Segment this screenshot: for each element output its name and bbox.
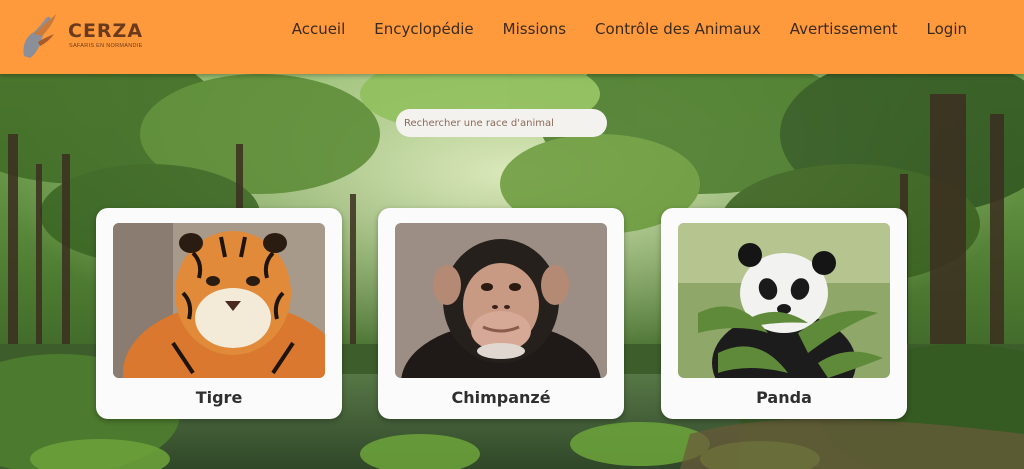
main-nav: Accueil Encyclopédie Missions Contrôle d… bbox=[292, 0, 967, 57]
nav-avertissement[interactable]: Avertissement bbox=[790, 20, 898, 38]
animal-card-panda[interactable]: Panda bbox=[661, 208, 907, 419]
chimpanzee-photo bbox=[395, 223, 607, 378]
logo-name: CERZA bbox=[68, 20, 144, 42]
nav-encyclopedie[interactable]: Encyclopédie bbox=[374, 20, 473, 38]
nav-controle-animaux[interactable]: Contrôle des Animaux bbox=[595, 20, 761, 38]
nav-missions[interactable]: Missions bbox=[503, 20, 566, 38]
nav-accueil[interactable]: Accueil bbox=[292, 20, 346, 38]
card-label: Panda bbox=[756, 388, 812, 407]
cerza-logo[interactable]: CERZA SAFARIS EN NORMANDIE bbox=[20, 12, 160, 60]
tiger-photo bbox=[113, 223, 325, 378]
card-label: Tigre bbox=[195, 388, 243, 407]
logo-tagline: SAFARIS EN NORMANDIE bbox=[69, 43, 143, 49]
card-label: Chimpanzé bbox=[451, 388, 551, 407]
animal-card-chimpanze[interactable]: Chimpanzé bbox=[378, 208, 624, 419]
page: CERZA SAFARIS EN NORMANDIE Accueil Encyc… bbox=[0, 0, 1024, 469]
nav-login[interactable]: Login bbox=[927, 20, 967, 38]
giraffe-logo-icon bbox=[23, 14, 56, 58]
search-input[interactable] bbox=[396, 109, 607, 137]
panda-photo bbox=[678, 223, 890, 378]
animal-card-tigre[interactable]: Tigre bbox=[96, 208, 342, 419]
site-header: CERZA SAFARIS EN NORMANDIE Accueil Encyc… bbox=[0, 0, 1024, 74]
